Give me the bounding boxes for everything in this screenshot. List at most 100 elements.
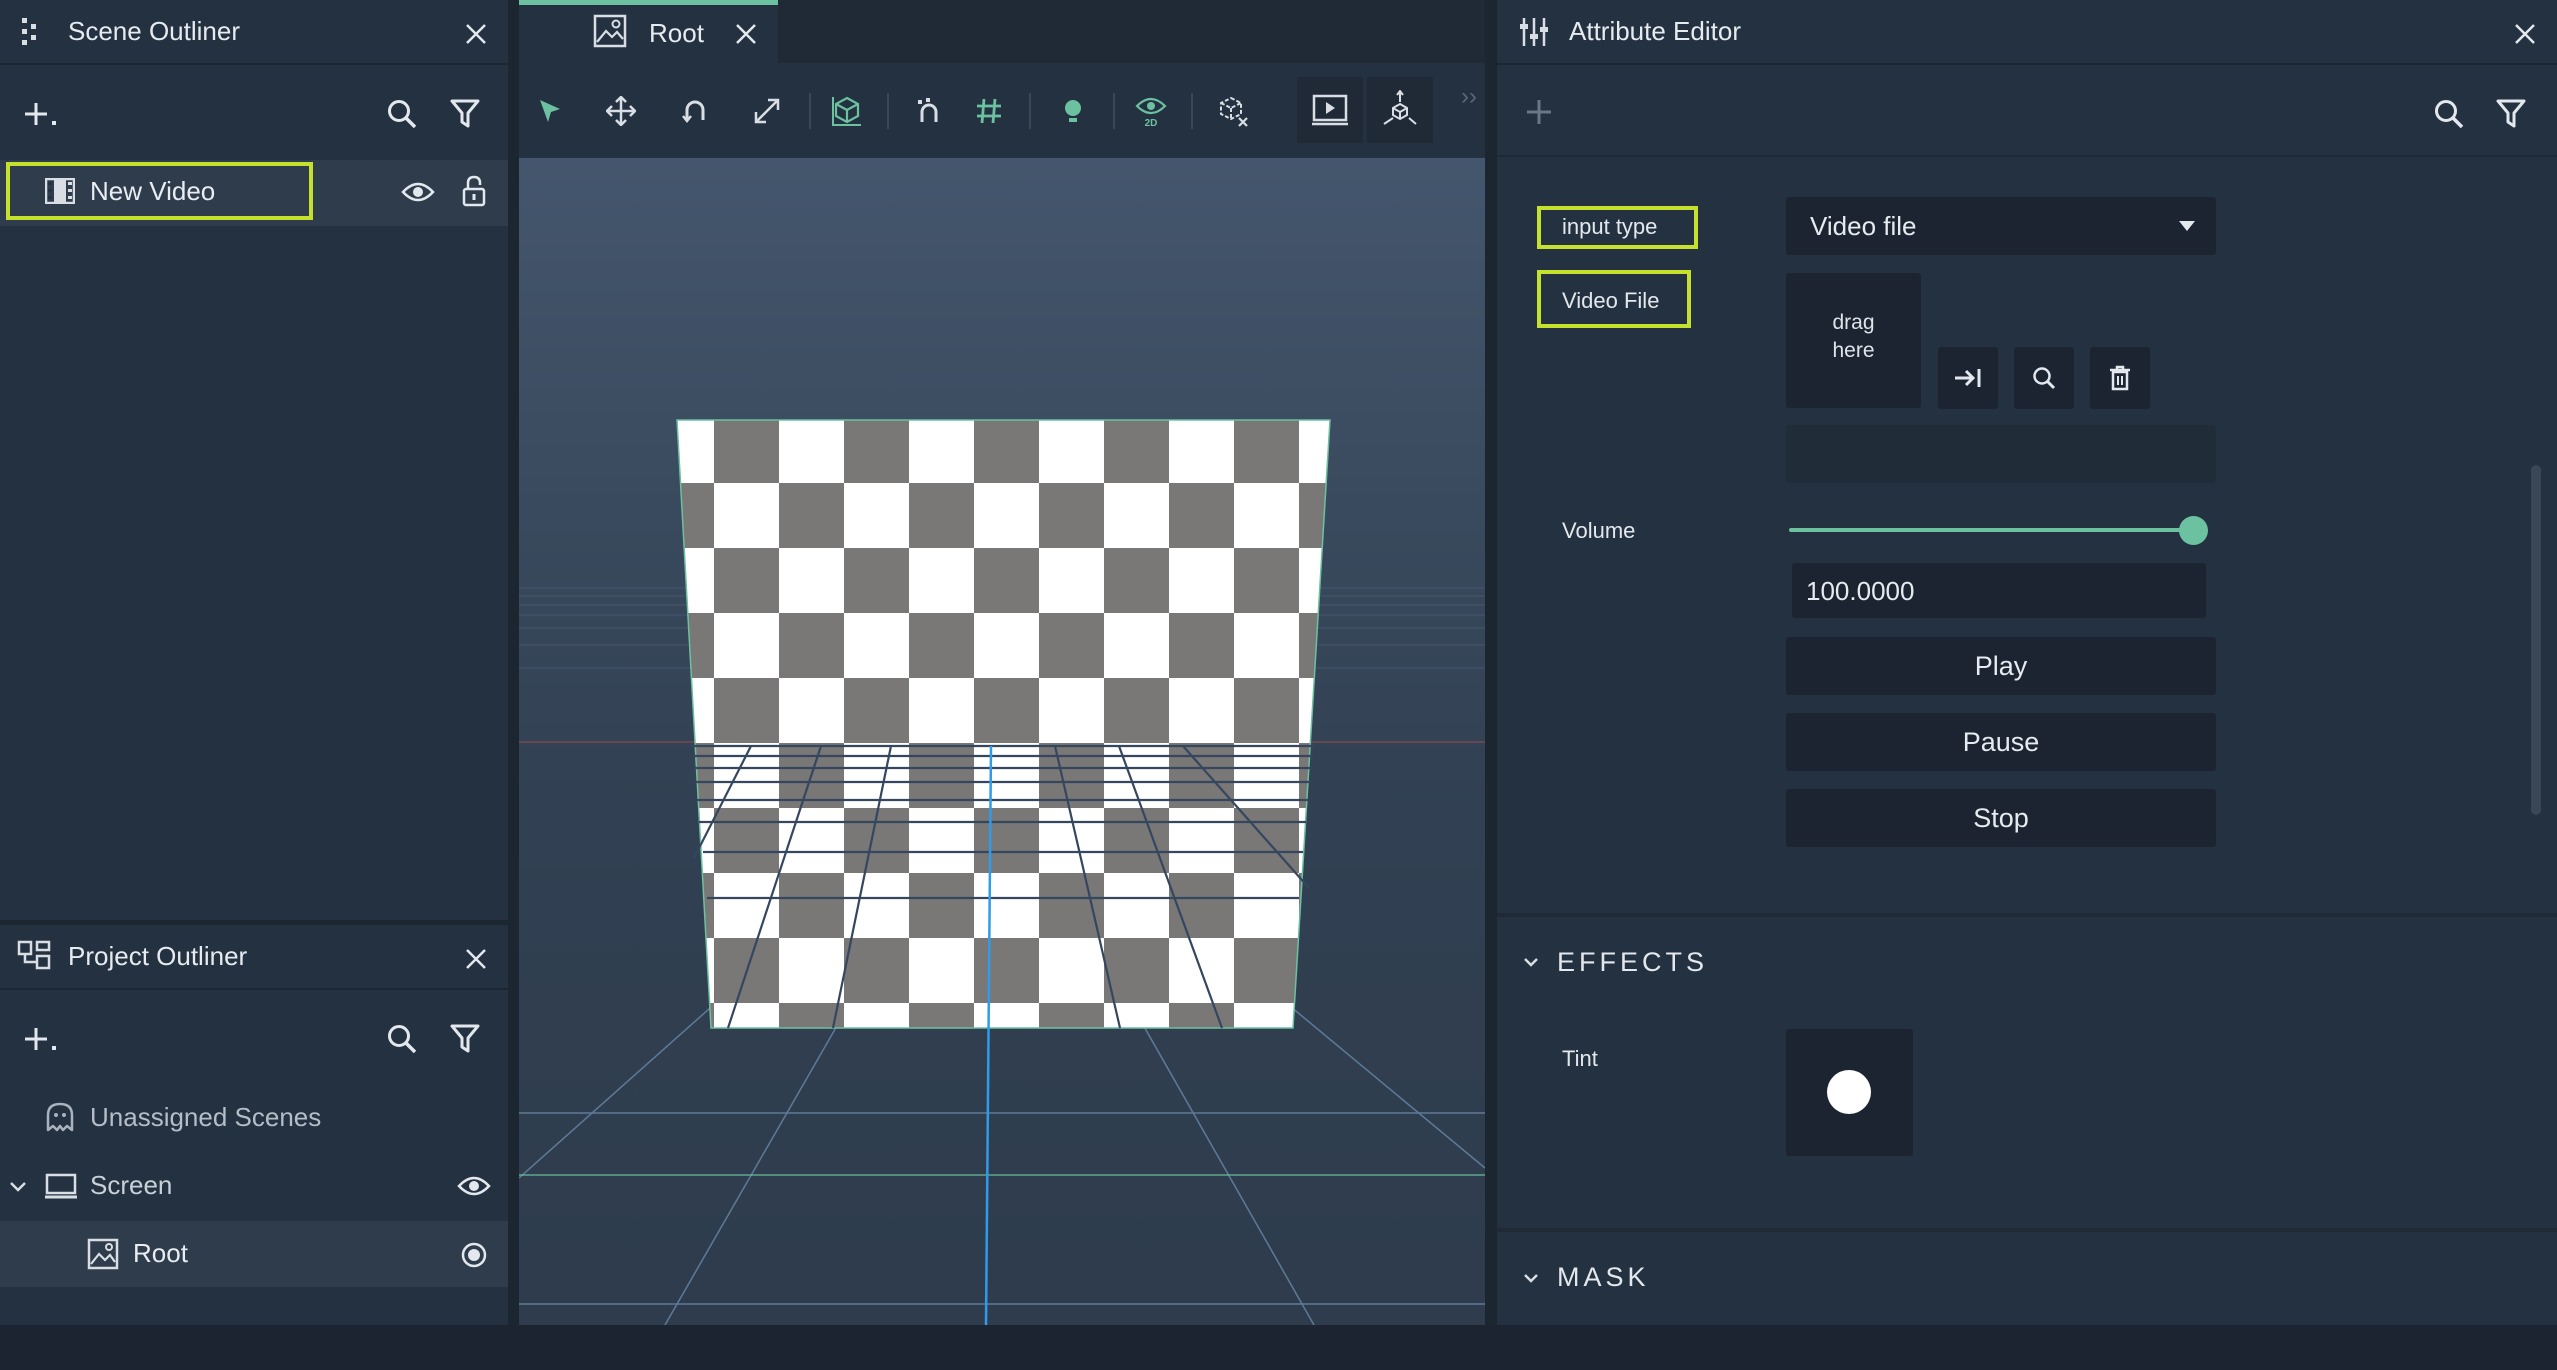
radio-selected-icon[interactable] [456, 1239, 492, 1271]
search-icon[interactable] [2427, 92, 2471, 136]
gizmo-icon[interactable] [1367, 77, 1433, 143]
video-file-label: Video File [1562, 288, 1660, 313]
volume-input[interactable]: 100.0000 [1792, 563, 2206, 618]
scene-render [519, 419, 1485, 1325]
clear-cube-icon[interactable] [1205, 83, 1261, 139]
divider [0, 63, 508, 65]
divider [1029, 93, 1031, 129]
item-label: Root [133, 1238, 188, 1268]
item-label: New Video [90, 176, 216, 206]
effects-section-header[interactable]: EFFECTS [1497, 917, 2557, 1009]
viewport-toolbar: 2D ›› [519, 63, 1485, 158]
image-icon [592, 13, 628, 49]
rotate-icon[interactable] [667, 83, 723, 139]
tint-label: Tint [1562, 1046, 1598, 1071]
view-2d-icon[interactable]: 2D [1123, 83, 1179, 139]
drop-zone-text: here [1832, 339, 1875, 362]
divider [1191, 93, 1193, 129]
file-path-field[interactable] [1786, 425, 2216, 483]
close-icon[interactable] [2505, 14, 2545, 54]
add-icon[interactable] [22, 94, 62, 134]
effects-title: EFFECTS [1557, 947, 1709, 977]
list-item[interactable]: New Video [0, 160, 508, 226]
close-icon[interactable] [456, 939, 496, 979]
preview-play-icon[interactable] [1297, 77, 1363, 143]
delete-button[interactable] [2090, 347, 2150, 409]
scene-outliner-panel: Scene Outliner New Video [0, 0, 508, 920]
volume-value: 100.0000 [1806, 576, 1915, 606]
filter-icon[interactable] [443, 92, 487, 136]
viewport-area: Root 2D ›› [519, 0, 1485, 1325]
scrollbar-thumb[interactable] [2531, 465, 2541, 815]
browse-button[interactable] [2014, 347, 2074, 409]
monitor-icon [44, 1171, 78, 1201]
viewport-canvas[interactable] [519, 158, 1485, 1325]
tab-root[interactable]: Root [519, 0, 778, 63]
input-type-select[interactable]: Video file [1786, 197, 2216, 255]
project-tree-icon [16, 939, 52, 971]
move-icon[interactable] [593, 83, 649, 139]
play-button[interactable]: Play [1786, 637, 2216, 695]
object-cube-icon[interactable] [819, 83, 875, 139]
film-icon [44, 177, 76, 205]
image-icon [86, 1237, 120, 1271]
divider [1497, 63, 2557, 65]
import-button[interactable] [1938, 347, 1998, 409]
mask-section-header[interactable]: MASK [1497, 1232, 2557, 1325]
unlock-icon[interactable] [456, 172, 492, 210]
search-icon[interactable] [380, 92, 424, 136]
volume-slider-handle[interactable] [2178, 516, 2208, 545]
filter-icon[interactable] [2489, 92, 2533, 136]
grid-snap-icon[interactable] [961, 83, 1017, 139]
divider [1497, 155, 2557, 157]
project-outliner-title: Project Outliner [68, 941, 248, 971]
pause-button[interactable]: Pause [1786, 713, 2216, 771]
add-icon[interactable] [1519, 92, 1559, 132]
tint-color-swatch[interactable] [1786, 1029, 1913, 1156]
stop-button[interactable]: Stop [1786, 789, 2216, 847]
divider [887, 93, 889, 129]
divider [0, 988, 508, 990]
list-item[interactable]: Unassigned Scenes [0, 1085, 508, 1151]
add-icon[interactable] [22, 1019, 62, 1059]
drop-zone-text: drag [1832, 311, 1875, 334]
tab-label: Root [649, 18, 704, 48]
drop-zone[interactable]: drag here [1786, 273, 1921, 408]
close-icon[interactable] [729, 17, 763, 51]
chevron-down-icon [1521, 1270, 1541, 1286]
search-icon[interactable] [380, 1017, 424, 1061]
outliner-tree-icon [16, 14, 46, 50]
scale-icon[interactable] [739, 83, 795, 139]
attribute-editor-title: Attribute Editor [1569, 16, 1741, 46]
divider [1113, 93, 1115, 129]
light-icon[interactable] [1045, 83, 1101, 139]
item-label: Screen [90, 1170, 173, 1200]
toolbar-overflow-icon[interactable]: ›› [1461, 83, 1477, 111]
list-item[interactable]: Root [0, 1221, 508, 1287]
filter-icon[interactable] [443, 1017, 487, 1061]
chevron-down-icon[interactable] [6, 1175, 30, 1199]
volume-label: Volume [1562, 518, 1636, 543]
chevron-down-icon [1521, 954, 1541, 970]
color-dot [1827, 1070, 1871, 1114]
dropdown-arrow-icon [2176, 217, 2198, 235]
volume-slider-track[interactable] [1789, 528, 2193, 532]
input-type-label: input type [1562, 214, 1658, 239]
eye-icon[interactable] [454, 1169, 494, 1203]
sliders-icon [1517, 14, 1551, 50]
divider [809, 93, 811, 129]
close-icon[interactable] [456, 14, 496, 54]
select-value: Video file [1810, 211, 1917, 241]
ghost-icon [44, 1101, 76, 1133]
snap-icon[interactable] [901, 83, 957, 139]
tab-bar: Root [519, 0, 1485, 63]
project-outliner-panel: Project Outliner Unassigned Scenes Scree… [0, 925, 508, 1325]
list-item[interactable]: Screen [0, 1153, 508, 1219]
scene-outliner-title: Scene Outliner [68, 16, 240, 46]
svg-text:2D: 2D [1145, 118, 1158, 128]
attribute-editor-panel: Attribute Editor input type Video file V… [1497, 0, 2557, 1325]
status-bar [0, 1325, 2557, 1370]
item-label: Unassigned Scenes [90, 1102, 322, 1132]
select-arrow-icon[interactable] [522, 83, 578, 139]
eye-icon[interactable] [398, 174, 438, 210]
